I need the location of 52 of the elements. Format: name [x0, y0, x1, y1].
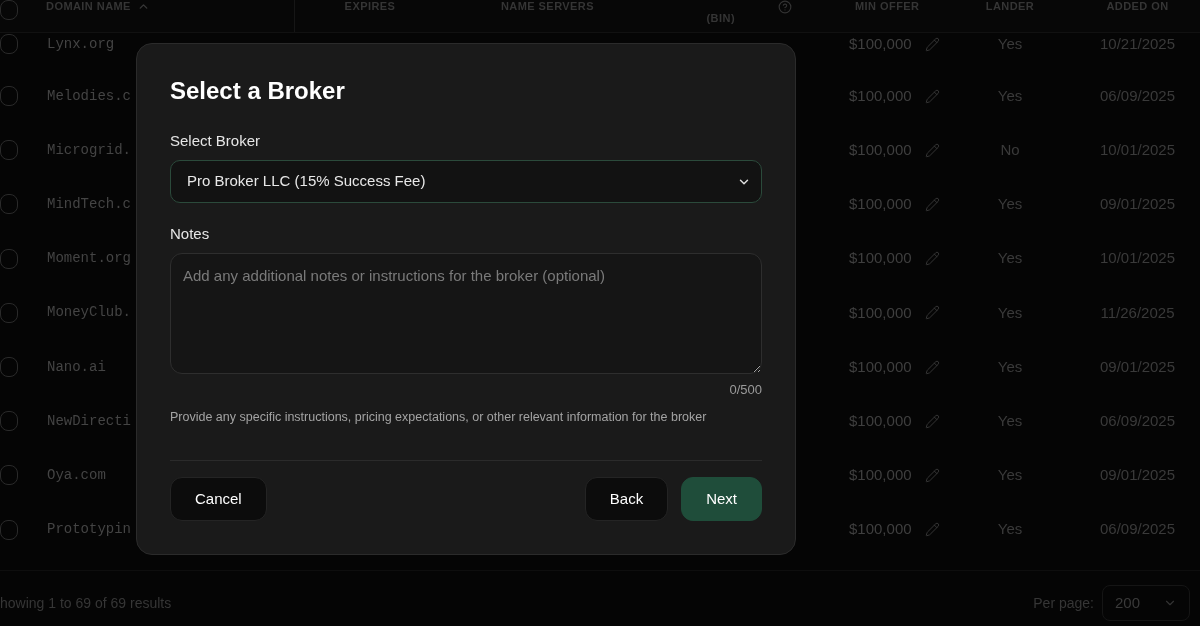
checkbox[interactable] [0, 86, 18, 107]
dialog-title: Select a Broker [170, 77, 346, 105]
table-cell-text: $100,000 [849, 34, 912, 54]
table-cell-text: $100,000 [849, 140, 912, 161]
domain-name[interactable]: Melodies.c [47, 85, 131, 107]
domain-name[interactable]: Moment.org [47, 248, 131, 270]
pencil-icon[interactable] [924, 522, 940, 538]
checkbox[interactable] [0, 519, 18, 540]
checkbox[interactable] [0, 357, 18, 378]
help-icon[interactable] [778, 0, 792, 14]
domain-name[interactable]: Lynx.org [47, 33, 115, 55]
checkbox[interactable] [0, 0, 18, 20]
domain-name[interactable]: Oya.com [47, 464, 106, 486]
checkbox[interactable] [0, 302, 18, 323]
table-cell-text: $100,000 [849, 410, 912, 431]
checkbox[interactable] [0, 34, 18, 55]
character-counter: 0/500 [729, 381, 762, 399]
checkbox[interactable] [0, 194, 18, 215]
domain-name[interactable]: Microgrid. [47, 139, 131, 161]
notes-field[interactable]: Add any additional notes or instructions for the broker (optional) [170, 253, 762, 374]
domain-name[interactable]: Nano.ai [47, 356, 106, 378]
field-label: Select Broker [170, 131, 262, 151]
checkbox[interactable] [0, 248, 18, 269]
pencil-icon[interactable] [924, 142, 940, 158]
checkbox[interactable] [0, 140, 18, 161]
pencil-icon[interactable] [924, 251, 940, 267]
table-cell-text: $100,000 [849, 302, 912, 323]
dialog-button[interactable]: Cancel [170, 477, 267, 521]
table-cell-text: $100,000 [849, 519, 912, 540]
table-cell-text: $100,000 [849, 248, 912, 269]
pencil-icon[interactable] [924, 413, 940, 429]
broker-select[interactable]: Pro Broker LLC (15% Success Fee) [170, 160, 762, 203]
field-label: Notes [170, 224, 211, 244]
next-button[interactable]: Next [681, 477, 762, 521]
domain-name[interactable]: MoneyClub. [47, 302, 131, 324]
pencil-icon[interactable] [924, 36, 940, 52]
table-cell-text: $100,000 [849, 85, 912, 106]
domain-name[interactable]: MindTech.c [47, 193, 131, 215]
pencil-icon[interactable] [924, 88, 940, 104]
checkbox[interactable] [0, 411, 18, 432]
help-text: Provide any specific instructions, pricing expectations, or other relevant information for the broker [170, 409, 708, 426]
table-cell-text: $100,000 [849, 465, 912, 486]
pencil-icon[interactable] [924, 196, 940, 212]
pencil-icon[interactable] [924, 359, 940, 375]
pencil-icon[interactable] [924, 305, 940, 321]
table-cell-text: $100,000 [849, 194, 912, 215]
dialog-button[interactable]: Back [584, 477, 669, 521]
domain-name[interactable]: Prototypin [47, 519, 131, 541]
table-cell-text: $100,000 [849, 356, 912, 377]
checkbox[interactable] [0, 465, 18, 486]
domain-name[interactable]: NewDirecti [47, 410, 131, 432]
pencil-icon[interactable] [924, 467, 940, 483]
